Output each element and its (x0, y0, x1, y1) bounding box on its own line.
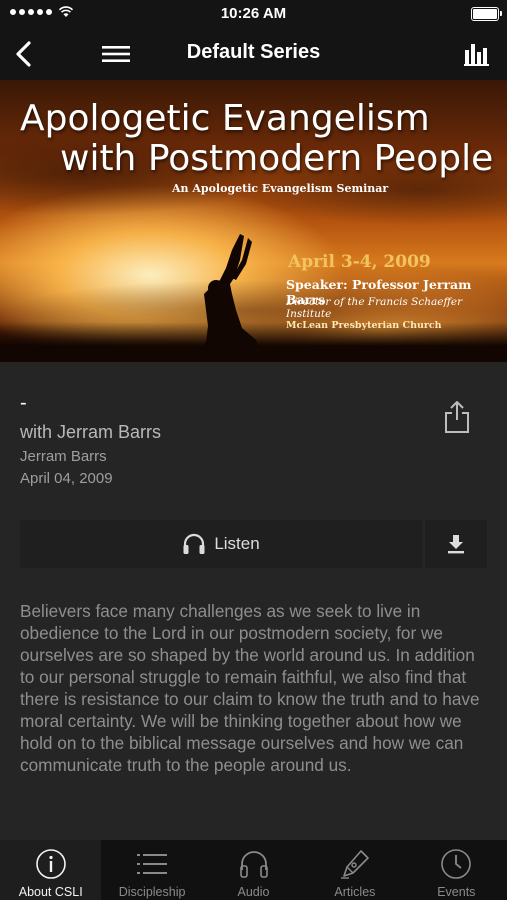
episode-description: Believers face many challenges as we see… (20, 601, 480, 775)
status-time: 10:26 AM (220, 5, 287, 22)
artwork-subtitle: An Apologetic Evangelism Seminar (172, 182, 389, 195)
listen-label: Listen (214, 534, 260, 553)
tab-label: Articles (334, 885, 376, 899)
status-bar: 10:26 AM (0, 0, 507, 28)
tab-discipleship[interactable]: Discipleship (101, 840, 202, 900)
download-button[interactable] (425, 520, 487, 568)
headphones-icon (183, 533, 205, 554)
tab-label: Audio (237, 885, 270, 899)
artwork-director: Director of the Francis Schaeffer Instit… (286, 296, 463, 320)
headphones-icon (239, 851, 268, 878)
episode-subtitle: with Jerram Barrs (20, 422, 162, 442)
tab-events[interactable]: Events (406, 840, 507, 900)
artwork-date: April 3-4, 2009 (288, 252, 431, 272)
tab-label: Discipleship (118, 885, 186, 899)
share-icon[interactable] (443, 400, 471, 434)
episode-date: April 04, 2009 (20, 470, 113, 487)
series-artwork: Apologetic Evangelism with Postmodern Pe… (0, 80, 507, 362)
tab-label: Events (437, 885, 476, 899)
page-title: Default Series (186, 41, 321, 63)
list-icon (137, 854, 168, 874)
episode-speaker: Jerram Barrs (20, 448, 107, 465)
pen-icon (340, 850, 369, 879)
bar-chart-icon[interactable] (463, 40, 491, 68)
artwork-title-line1: Apologetic Evangelism (20, 98, 430, 139)
tab-about-csli[interactable]: About CSLI (0, 840, 102, 900)
battery-icon (471, 7, 502, 21)
tab-audio[interactable]: Audio (203, 840, 304, 900)
playback-actions: Listen (20, 520, 487, 568)
tab-bar: About CSLI Discipleship Audio Articles E… (0, 840, 507, 900)
clock-icon (441, 849, 472, 879)
episode-title: - (20, 392, 27, 414)
download-icon (448, 535, 464, 554)
listen-button[interactable]: Listen (20, 520, 422, 568)
navigation-bar: Default Series (0, 28, 507, 80)
tab-articles[interactable]: Articles (304, 840, 405, 900)
artwork-title-line2: with Postmodern People (60, 138, 494, 179)
artwork-church: McLean Presbyterian Church (286, 320, 442, 331)
info-icon (35, 849, 66, 879)
praying-figure-silhouette (194, 234, 264, 362)
tab-label: About CSLI (18, 885, 83, 899)
